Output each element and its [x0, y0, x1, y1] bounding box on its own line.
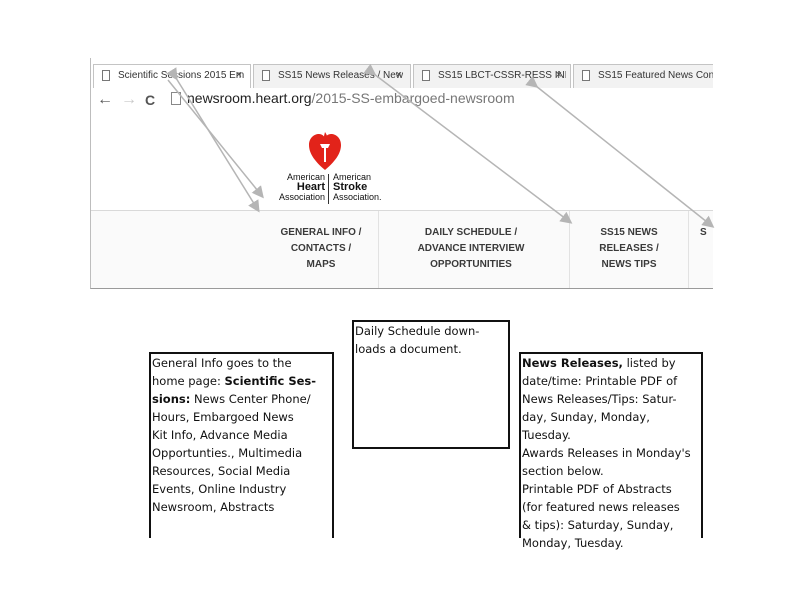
nav-label: DAILY SCHEDULE /	[424, 227, 518, 238]
nav-divider	[569, 211, 570, 288]
annotation-line: Awards Releases in Monday's	[522, 446, 691, 460]
aha-asa-logo[interactable]: American Heart Association American Stro…	[263, 122, 423, 204]
tab-title: SS15 News Releases / New	[278, 70, 404, 81]
annotation-bold: News Releases,	[522, 356, 623, 370]
annotation-general-info: General Info goes to the home page: Scie…	[149, 352, 334, 538]
annotation-daily-schedule: Daily Schedule down- loads a document.	[352, 320, 510, 449]
document-icon	[262, 70, 270, 81]
annotation-text: listed by	[622, 356, 676, 370]
annotation-line: Events, Online Industry	[152, 482, 287, 496]
document-icon	[102, 70, 110, 81]
document-icon	[422, 70, 430, 81]
annotation-line: day, Sunday, Monday, Tuesday.	[522, 410, 650, 442]
reload-icon[interactable]: C	[145, 91, 155, 109]
annotation-line: (for featured news releases	[522, 500, 680, 514]
tab-title: SS15 LBCT-CSSR-RESS INF	[438, 70, 566, 81]
close-icon[interactable]: ×	[236, 69, 242, 81]
annotation-line: Monday, Tuesday.	[522, 536, 624, 550]
url-host: newsroom.heart.org	[187, 90, 312, 106]
annotation-bold: Scientific Ses-	[224, 374, 317, 388]
web-page: American Heart Association American Stro…	[91, 114, 713, 288]
back-arrow-icon[interactable]: ←	[97, 91, 113, 109]
nav-label: CONTACTS /	[290, 243, 352, 254]
annotation-line: sions: News Center Phone/	[152, 390, 332, 408]
annotation-line: News Releases, listed by	[522, 354, 701, 372]
close-icon[interactable]: ×	[396, 69, 402, 81]
annotation-line: home page: Scientific Ses-	[152, 372, 332, 390]
nav-label: MAPS	[306, 259, 336, 270]
annotation-line: date/time: Printable PDF of	[522, 374, 678, 388]
stroke-association-wordmark: American Stroke Association.	[333, 172, 423, 202]
logo-divider	[328, 174, 329, 204]
tab-title: Scientific Sessions 2015 Em	[118, 70, 245, 81]
tab-strip: Scientific Sessions 2015 Em × SS15 News …	[91, 58, 713, 89]
nav-news-releases[interactable]: SS15 NEWS RELEASES / NEWS TIPS	[579, 225, 679, 273]
annotation-text: News Center Phone/	[190, 392, 311, 406]
annotation-line: Printable PDF of Abstracts	[522, 482, 672, 496]
logo-text: Stroke	[333, 181, 368, 193]
annotation-line: Opportunties., Multimedia	[152, 446, 303, 460]
nav-more[interactable]: S	[700, 225, 713, 241]
annotation-line: Kit Info, Advance Media	[152, 428, 288, 442]
annotation-line: Hours, Embargoed News	[152, 410, 294, 424]
annotation-line: & tips): Saturday, Sunday,	[522, 518, 674, 532]
nav-label: RELEASES /	[599, 243, 659, 254]
annotation-line: Resources, Social Media	[152, 464, 291, 478]
annotation-line: General Info goes to the	[152, 356, 292, 370]
address-bar[interactable]: newsroom.heart.org/2015-SS-embargoed-new…	[171, 90, 713, 110]
nav-label: OPPORTUNITIES	[430, 259, 512, 270]
annotation-line: Daily Schedule down-	[355, 324, 480, 338]
nav-label: S	[700, 227, 707, 238]
forward-arrow-icon[interactable]: →	[121, 91, 137, 109]
nav-label: NEWS TIPS	[601, 259, 657, 270]
heart-torch-icon	[309, 132, 341, 170]
nav-daily-schedule[interactable]: DAILY SCHEDULE / ADVANCE INTERVIEW OPPOR…	[391, 225, 551, 273]
annotation-bold: sions:	[152, 392, 191, 406]
annotation-text: home page:	[152, 374, 225, 388]
annotation-line: loads a document.	[355, 342, 462, 356]
nav-divider	[688, 211, 689, 288]
url-text: newsroom.heart.org/2015-SS-embargoed-new…	[187, 90, 515, 106]
annotation-line: News Releases/Tips: Satur-	[522, 392, 677, 406]
browser-toolbar: ← → C newsroom.heart.org/2015-SS-embargo…	[91, 88, 713, 113]
nav-label: SS15 NEWS	[600, 227, 658, 238]
annotation-news-releases: News Releases, listed by date/time: Prin…	[519, 352, 703, 550]
nav-label: ADVANCE INTERVIEW	[417, 243, 525, 254]
site-nav: GENERAL INFO / CONTACTS / MAPS DAILY SCH…	[91, 210, 713, 288]
nav-general-info[interactable]: GENERAL INFO / CONTACTS / MAPS	[261, 225, 381, 273]
tab-lbct[interactable]: SS15 LBCT-CSSR-RESS INF ×	[413, 64, 571, 88]
document-icon	[582, 70, 590, 81]
annotation-line: Newsroom, Abstracts	[152, 500, 275, 514]
logo-text: Heart	[296, 181, 325, 193]
tab-featured-news[interactable]: SS15 Featured News Conf	[573, 64, 713, 88]
nav-label: GENERAL INFO /	[280, 227, 362, 238]
annotation-line: section below.	[522, 464, 604, 478]
close-icon[interactable]: ×	[556, 69, 562, 81]
tab-title: SS15 Featured News Conf	[598, 70, 713, 81]
logo-text: Association.	[333, 192, 382, 202]
url-path: /2015-SS-embargoed-newsroom	[311, 90, 515, 106]
heart-association-wordmark: American Heart Association	[263, 172, 325, 202]
tab-scientific-sessions[interactable]: Scientific Sessions 2015 Em ×	[93, 64, 251, 89]
browser-window: Scientific Sessions 2015 Em × SS15 News …	[90, 58, 713, 289]
tab-news-releases[interactable]: SS15 News Releases / New ×	[253, 64, 411, 88]
page-icon	[171, 92, 181, 105]
logo-text: Association	[278, 192, 325, 202]
